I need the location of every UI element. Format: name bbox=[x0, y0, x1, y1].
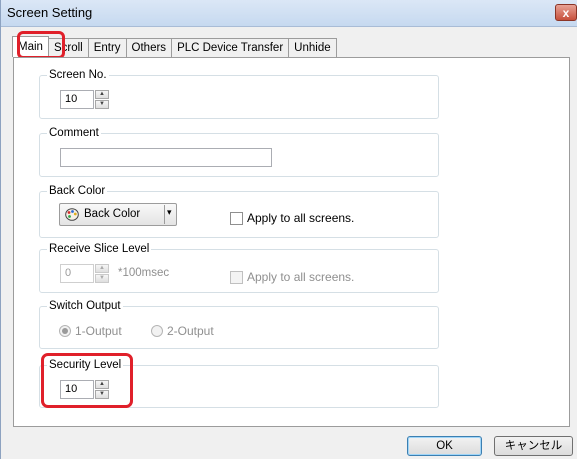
tab-entry[interactable]: Entry bbox=[88, 38, 127, 57]
spin-up-icon: ▲ bbox=[95, 264, 109, 273]
comment-group: Comment bbox=[39, 126, 439, 177]
back-color-group: Back Color Back Color ▾ Apply to all scr… bbox=[39, 184, 439, 238]
comment-input[interactable] bbox=[60, 148, 272, 167]
back-color-label: Back Color bbox=[47, 184, 108, 198]
dropdown-separator bbox=[164, 205, 165, 224]
back-color-dropdown[interactable]: Back Color ▾ bbox=[59, 203, 177, 226]
security-level-highlight bbox=[41, 353, 133, 408]
screen-no-input[interactable]: 10 bbox=[60, 90, 94, 109]
radio-1-output: 1-Output bbox=[59, 323, 122, 339]
radio-1-output-label: 1-Output bbox=[75, 324, 122, 338]
receive-slice-group: Receive Slice Level 0 ▲ ▼ *100msec Apply… bbox=[39, 242, 439, 293]
window-title: Screen Setting bbox=[7, 5, 93, 20]
radio-1-output-button bbox=[59, 325, 71, 337]
spin-up-icon[interactable]: ▲ bbox=[95, 90, 109, 99]
receive-slice-spinner: 0 ▲ ▼ bbox=[60, 264, 112, 283]
switch-output-label: Switch Output bbox=[47, 299, 123, 313]
cancel-button[interactable]: キャンセル bbox=[494, 436, 573, 456]
tab-others[interactable]: Others bbox=[126, 38, 173, 57]
screen-setting-dialog: Screen Setting x Main Scroll Entry Other… bbox=[0, 0, 577, 459]
receive-slice-apply-all-checkbox bbox=[230, 270, 243, 284]
back-color-apply-all-label: Apply to all screens. bbox=[247, 211, 355, 225]
spin-down-icon[interactable]: ▼ bbox=[95, 100, 109, 109]
screen-no-group: Screen No. 10 ▲ ▼ bbox=[39, 68, 439, 119]
back-color-apply-all[interactable]: Apply to all screens. bbox=[230, 210, 354, 226]
ok-button[interactable]: OK bbox=[407, 436, 482, 456]
back-color-apply-all-checkbox[interactable] bbox=[230, 211, 243, 225]
palette-icon bbox=[65, 208, 79, 221]
title-bar: Screen Setting x bbox=[1, 0, 577, 27]
receive-slice-apply-all-label: Apply to all screens. bbox=[247, 270, 355, 284]
receive-slice-unit: *100msec bbox=[118, 267, 170, 279]
dropdown-arrow-icon[interactable]: ▾ bbox=[167, 207, 172, 218]
receive-slice-input: 0 bbox=[60, 264, 94, 283]
radio-2-output-label: 2-Output bbox=[167, 324, 214, 338]
main-tab-highlight bbox=[17, 31, 65, 59]
comment-label: Comment bbox=[47, 126, 101, 140]
close-icon: x bbox=[562, 5, 570, 20]
receive-slice-label: Receive Slice Level bbox=[47, 242, 152, 256]
screen-no-label: Screen No. bbox=[47, 68, 109, 82]
close-button[interactable]: x bbox=[555, 4, 577, 21]
screen-no-spinner: 10 ▲ ▼ bbox=[60, 90, 112, 109]
back-color-dropdown-label: Back Color bbox=[84, 208, 141, 220]
tab-plc-device-transfer[interactable]: PLC Device Transfer bbox=[172, 38, 290, 57]
radio-2-output-button bbox=[151, 325, 163, 337]
radio-2-output: 2-Output bbox=[151, 323, 214, 339]
switch-output-group: Switch Output 1-Output 2-Output bbox=[39, 299, 439, 349]
tab-unhide[interactable]: Unhide bbox=[289, 38, 337, 57]
receive-slice-apply-all: Apply to all screens. bbox=[230, 269, 354, 285]
spin-down-icon: ▼ bbox=[95, 274, 109, 283]
